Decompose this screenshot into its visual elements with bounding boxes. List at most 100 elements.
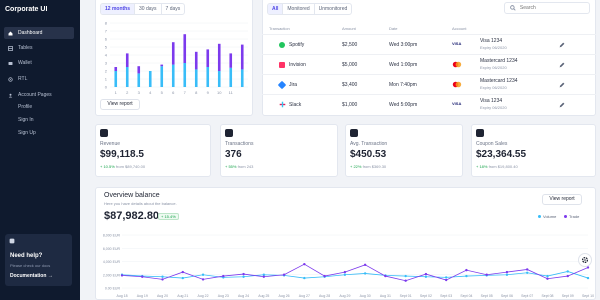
x-tick-label: Sept 03 bbox=[440, 294, 452, 298]
x-tick-label: Sept 10 bbox=[582, 294, 594, 298]
x-tick-label: Aug 22 bbox=[197, 294, 208, 298]
sidebar-item-label: Wallet bbox=[18, 60, 32, 66]
filter-unmonitored[interactable]: Unmonitored bbox=[315, 4, 352, 14]
table-row[interactable]: Spotify $2,500 Wed 3:00pm VISA Visa 1234… bbox=[262, 34, 596, 54]
card-number: Visa 1234 bbox=[480, 38, 503, 44]
settings-button[interactable] bbox=[578, 253, 592, 267]
filter-monitored[interactable]: Monitored bbox=[283, 4, 315, 14]
brand-name[interactable]: Corporate UI bbox=[5, 6, 47, 13]
y-tick-label: 4 bbox=[105, 53, 108, 58]
view-report-button[interactable]: View report bbox=[100, 99, 140, 110]
y-tick-label: 6,000 EUR bbox=[103, 247, 121, 251]
stat-delta-from: from 243 bbox=[237, 164, 254, 169]
stat-delta: + 55% from 243 bbox=[225, 164, 253, 169]
x-tick-label: 11 bbox=[229, 90, 234, 95]
search-input[interactable] bbox=[519, 5, 589, 11]
sidebar-item-account-pages[interactable]: Account Pages bbox=[4, 89, 74, 101]
stat-delta-from: from $89,740.00 bbox=[115, 164, 146, 169]
legend-swatch bbox=[538, 215, 541, 218]
x-tick-label: 1 bbox=[115, 90, 118, 95]
stat-card-coupon-sales: Coupon Sales $23,364.55 + 18% from $19,8… bbox=[471, 124, 596, 177]
table-row[interactable]: Slack $1,000 Wed 5:00pm VISA Visa 1234 E… bbox=[262, 94, 596, 114]
stat-value: $450.53 bbox=[350, 149, 387, 160]
overview-subtitle: Here you have details about the balance. bbox=[104, 201, 177, 206]
bar-upper bbox=[240, 44, 244, 70]
stat-delta-from: from $369.30 bbox=[362, 164, 387, 169]
data-point bbox=[485, 273, 488, 276]
edit-icon[interactable] bbox=[559, 102, 565, 108]
data-point bbox=[424, 272, 428, 276]
data-point bbox=[404, 279, 407, 282]
x-tick-label: Aug 31 bbox=[380, 294, 391, 298]
stat-value: $23,364.55 bbox=[476, 149, 527, 160]
legend-swatch bbox=[564, 215, 567, 218]
x-tick-label: Aug 23 bbox=[218, 294, 229, 298]
data-point bbox=[465, 274, 468, 278]
data-point bbox=[120, 274, 124, 277]
sidebar-item-profile[interactable]: Profile bbox=[18, 104, 32, 110]
bar-upper bbox=[217, 43, 221, 71]
gear-icon bbox=[581, 256, 589, 264]
period-tabs: 12 months 30 days 7 days bbox=[100, 3, 186, 15]
x-tick-label: Aug 28 bbox=[319, 294, 330, 298]
user-icon bbox=[8, 93, 13, 97]
legend-label: Volume bbox=[543, 214, 557, 219]
coupon-icon bbox=[476, 129, 484, 137]
data-point bbox=[201, 273, 205, 276]
data-point bbox=[566, 270, 569, 273]
table-row[interactable]: Invision $5,000 Wed 1:00pm Mastercard 12… bbox=[262, 54, 596, 74]
overview-title: Overview balance bbox=[104, 192, 160, 199]
y-tick-label: 0.00 EUR bbox=[105, 287, 121, 291]
sidebar-item-tables[interactable]: Tables bbox=[4, 42, 74, 54]
transaction-amount: $3,400 bbox=[342, 82, 358, 88]
sidebar-item-sign-in[interactable]: Sign In bbox=[18, 117, 34, 123]
card-expiry: Expiry 06/2020 bbox=[480, 85, 507, 90]
sidebar-item-wallet[interactable]: Wallet bbox=[4, 57, 74, 69]
bar-upper bbox=[160, 64, 164, 67]
stat-delta-percent: + 18% bbox=[476, 164, 488, 169]
documentation-link[interactable]: Documentation → bbox=[10, 273, 53, 279]
overview-view-report-button[interactable]: View report bbox=[542, 194, 582, 205]
data-point bbox=[181, 276, 184, 280]
edit-icon[interactable] bbox=[559, 82, 565, 88]
bar-lower bbox=[217, 71, 221, 87]
settings-icon bbox=[8, 76, 13, 82]
data-point bbox=[546, 274, 549, 278]
transaction-name: Invision bbox=[289, 62, 306, 68]
edit-icon[interactable] bbox=[559, 62, 565, 68]
data-point bbox=[566, 274, 569, 278]
filter-all[interactable]: All bbox=[268, 4, 284, 14]
stat-delta-from: from $19,800.40 bbox=[488, 164, 518, 169]
bar-upper bbox=[229, 53, 233, 68]
x-tick-label: 9 bbox=[207, 90, 210, 95]
x-tick-label: Aug 21 bbox=[177, 294, 188, 298]
tab-12-months[interactable]: 12 months bbox=[101, 4, 136, 14]
bar-upper bbox=[183, 34, 187, 63]
x-tick-label: 10 bbox=[217, 90, 222, 95]
card-expiry: Expiry 06/2020 bbox=[480, 65, 507, 70]
stat-card-avg-transaction: Avg. Transaction $450.53 + 22% from $369… bbox=[345, 124, 463, 177]
x-tick-label: 7 bbox=[184, 90, 187, 95]
data-point bbox=[363, 272, 367, 275]
edit-icon[interactable] bbox=[559, 42, 565, 48]
bar-lower bbox=[137, 73, 141, 87]
table-row[interactable]: Jira $3,400 Mon 7:40pm Mastercard 1234 E… bbox=[262, 74, 596, 94]
tab-30-days[interactable]: 30 days bbox=[135, 4, 162, 14]
help-icon bbox=[9, 238, 15, 244]
data-point bbox=[222, 274, 225, 278]
bar-upper bbox=[171, 42, 175, 65]
x-tick-label: Aug 30 bbox=[360, 294, 371, 298]
sidebar-item-dashboard[interactable]: Dashboard bbox=[4, 27, 74, 39]
x-tick-label: Sept 05 bbox=[481, 294, 493, 298]
x-tick-label: Aug 18 bbox=[116, 294, 127, 298]
mastercard-logo-icon bbox=[452, 61, 462, 68]
stat-card-revenue: Revenue $99,118.5 + 10.5% from $89,740.0… bbox=[95, 124, 211, 177]
sidebar-item-sign-up[interactable]: Sign Up bbox=[18, 130, 36, 136]
overview-value: $87,982.80 bbox=[104, 210, 160, 222]
revenue-icon bbox=[100, 129, 108, 137]
data-point bbox=[282, 273, 286, 276]
tab-7-days[interactable]: 7 days bbox=[162, 4, 185, 14]
data-point bbox=[161, 278, 164, 281]
data-point bbox=[303, 276, 306, 280]
sidebar-item-rtl[interactable]: RTL bbox=[4, 73, 74, 85]
